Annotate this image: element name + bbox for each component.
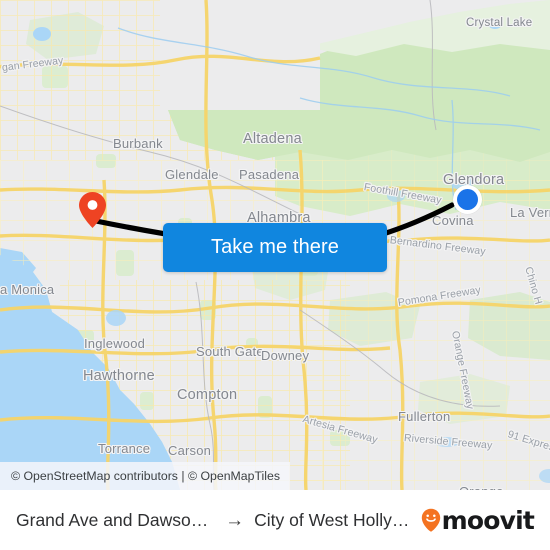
map-attribution[interactable]: © OpenStreetMap contributors | © OpenMap…	[0, 462, 290, 490]
arrow-right-icon: →	[225, 509, 245, 531]
map-canvas[interactable]: Crystal Lake Burbank Altadena Glendale Pasad…	[0, 0, 550, 490]
moovit-map-screen: Crystal Lake Burbank Altadena Glendale Pasad…	[0, 0, 550, 550]
origin-pin-marker[interactable]	[78, 191, 107, 229]
moovit-drop-icon	[421, 508, 440, 532]
take-me-there-label: Take me there	[210, 236, 340, 258]
moovit-wordmark: moovit	[441, 505, 535, 535]
trip-destination-label: City of West Hollywo…	[254, 509, 410, 530]
map-attribution-text: © OpenStreetMap contributors | © OpenMap…	[11, 469, 280, 483]
moovit-logo[interactable]: moovit	[421, 505, 535, 535]
take-me-there-button[interactable]: Take me there	[163, 223, 387, 272]
trip-origin-label: Grand Ave and Dawson Av…	[16, 509, 216, 530]
trip-summary-bar: Grand Ave and Dawson Av… → City of West …	[0, 490, 550, 550]
destination-dot-inner	[457, 189, 478, 210]
destination-dot-marker[interactable]	[453, 185, 482, 214]
